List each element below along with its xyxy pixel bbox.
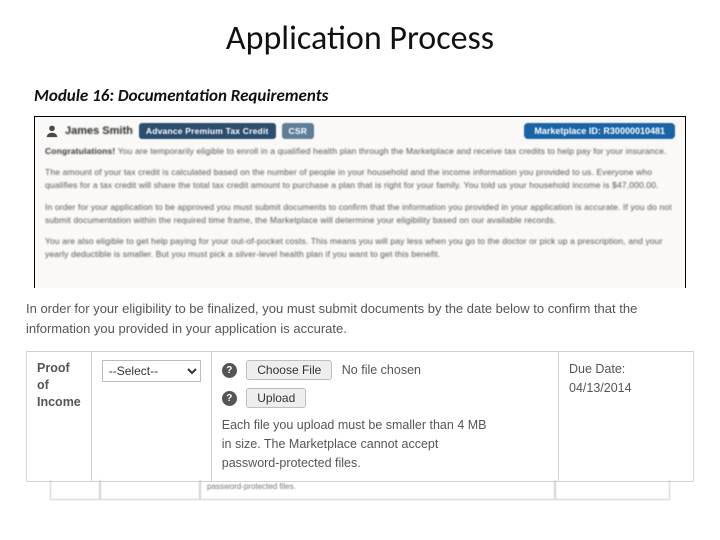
person-icon [45, 124, 59, 138]
proof-label-line1: Proof [37, 361, 70, 375]
paragraph-credit-amount: The amount of your tax credit is calcula… [45, 166, 675, 192]
paragraph-congrats: Congratulations! You are temporarily eli… [45, 145, 675, 158]
stub-cell [50, 480, 100, 500]
person-name: James Smith [65, 125, 133, 137]
proof-label-line2: of [37, 378, 49, 392]
upload-table: Proof of Income --Select-- ? Choose File… [26, 351, 694, 481]
page-subtitle: Module 16: Documentation Requirements [34, 85, 686, 106]
background-table-stub: password-protected files. [50, 480, 670, 500]
marketplace-id: Marketplace ID: R30000010481 [524, 123, 675, 139]
file-status: No file chosen [342, 363, 421, 377]
stub-cell [100, 480, 200, 500]
table-row: Proof of Income --Select-- ? Choose File… [27, 352, 694, 481]
person-header: James Smith Advance Premium Tax Credit C… [45, 123, 675, 139]
paragraph-csr-benefit: You are also eligible to get help paying… [45, 235, 675, 261]
badge-csr: CSR [282, 123, 315, 139]
due-label: Due Date: [569, 362, 625, 376]
upload-note: Each file you upload must be smaller tha… [222, 416, 492, 472]
stub-cell: password-protected files. [200, 480, 555, 500]
overlay-intro: In order for your eligibility to be fina… [26, 299, 694, 339]
choose-file-row: ? Choose File No file chosen [222, 360, 548, 380]
stub-cell [555, 480, 670, 500]
proof-label-cell: Proof of Income [27, 352, 92, 481]
doc-type-select[interactable]: --Select-- [102, 360, 201, 382]
due-date-cell: Due Date: 04/13/2014 [559, 352, 694, 481]
doc-type-cell: --Select-- [91, 352, 211, 481]
proof-label-line3: Income [37, 395, 81, 409]
help-icon[interactable]: ? [222, 363, 237, 378]
due-value: 04/13/2014 [569, 381, 632, 395]
congrats-body: You are temporarily eligible to enroll i… [118, 146, 667, 156]
page-title: Application Process [34, 18, 686, 59]
upload-overlay: In order for your eligibility to be fina… [0, 288, 720, 500]
actions-cell: ? Choose File No file chosen ? Upload Ea… [211, 352, 558, 481]
choose-file-button[interactable]: Choose File [246, 360, 332, 380]
badge-aptc: Advance Premium Tax Credit [139, 123, 276, 139]
paragraph-submit-docs: In order for your application to be appr… [45, 201, 675, 227]
congrats-lead: Congratulations! [45, 146, 115, 156]
help-icon[interactable]: ? [222, 391, 237, 406]
upload-row: ? Upload [222, 388, 548, 408]
upload-button[interactable]: Upload [246, 388, 306, 408]
